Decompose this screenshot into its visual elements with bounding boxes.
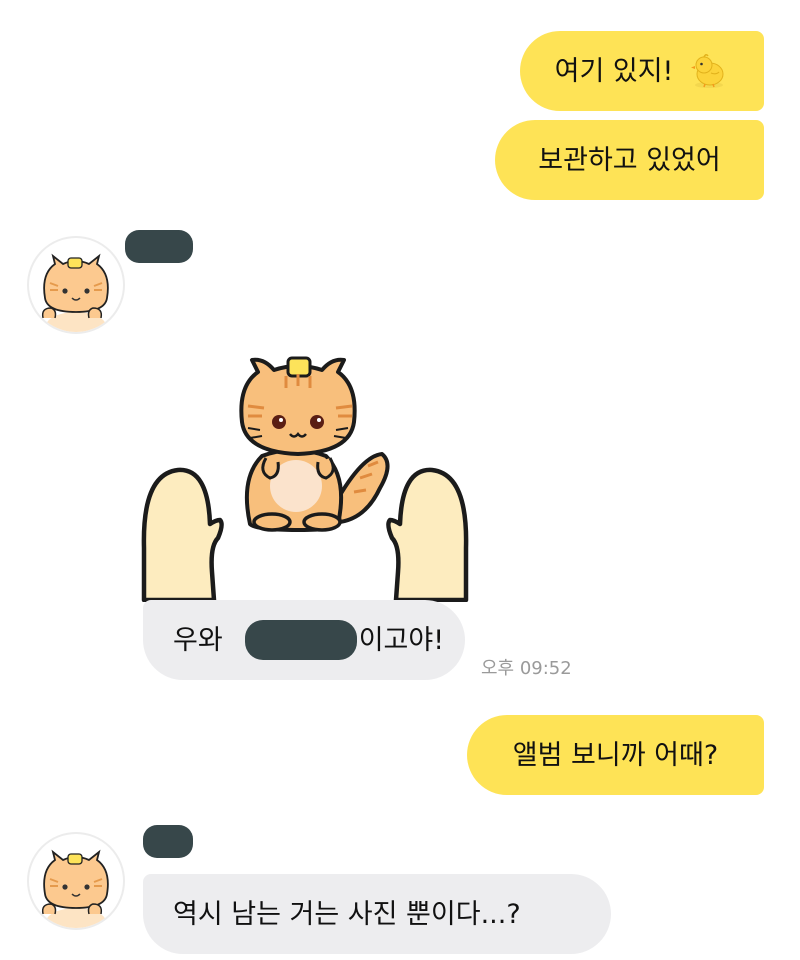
chick-icon [691,53,724,88]
message-timestamp: 오후 09:52 [481,658,572,679]
friend-message-bubble[interactable]: 역시 남는 거는 사진 뿐이다...? [143,874,611,954]
message-text: 여기 있지! [554,55,674,87]
friend-avatar[interactable] [27,236,125,334]
message-text-end: 이고야! [358,624,445,656]
redacted-text [244,620,357,660]
friend-avatar[interactable] [27,832,125,930]
friend-name-redacted [143,825,193,858]
cat-avatar-icon [41,849,109,928]
message-text: 앨범 보니까 어때? [512,739,719,771]
message-text-start: 우와 [173,624,223,656]
cat-avatar-icon [41,253,109,332]
friend-message-bubble[interactable]: 우와 이고야! [143,600,465,680]
message-text: 역시 남는 거는 사진 뿐이다...? [173,898,521,930]
cat-sticker-image[interactable] [140,352,470,602]
my-message-bubble[interactable]: 앨범 보니까 어때? [467,715,764,795]
friend-name-redacted [125,230,193,263]
my-message-bubble[interactable]: 보관하고 있었어 [495,120,764,200]
my-message-bubble[interactable]: 여기 있지! [520,31,764,111]
message-text: 보관하고 있었어 [538,144,721,176]
